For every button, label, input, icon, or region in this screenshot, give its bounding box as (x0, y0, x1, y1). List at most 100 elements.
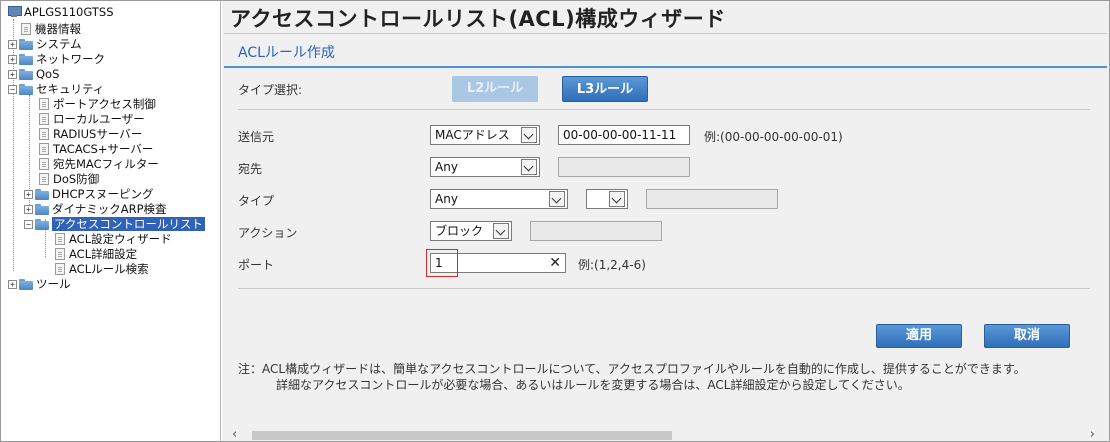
sidebar-item-label: ACL設定ウィザード (69, 232, 172, 246)
folder-icon (19, 38, 33, 50)
action-select[interactable]: ブロック (430, 221, 512, 241)
sidebar-item-device-info[interactable]: 機器情報 (21, 22, 81, 36)
expand-plus-icon[interactable]: + (8, 69, 17, 79)
navigation-tree: APLGS110GTSS 機器情報 + システム + ネットワーク + QoS … (1, 1, 221, 441)
collapse-minus-icon[interactable]: − (8, 84, 17, 94)
sidebar-item-label: QoS (36, 67, 60, 81)
sidebar-item-tacacs[interactable]: TACACS+サーバー (39, 142, 153, 156)
scroll-left-icon[interactable]: ‹ (232, 427, 237, 442)
page-title: アクセスコントロールリスト(ACL)構成ウィザード (230, 7, 726, 31)
sidebar-item-system[interactable]: + システム (8, 37, 82, 51)
sidebar-item-label: システム (36, 37, 82, 51)
sidebar-item-label: RADIUSサーバー (53, 127, 143, 141)
sidebar-item-tools[interactable]: + ツール (8, 277, 71, 291)
sidebar-item-label: ツール (36, 277, 71, 291)
destination-type-value: Any (435, 160, 458, 174)
protocol-value-input (646, 189, 778, 209)
section-title: ACLルール作成 (238, 45, 335, 61)
sidebar-item-label: ネットワーク (36, 52, 105, 66)
divider (238, 109, 1090, 110)
sidebar-item-label: ACLルール検索 (69, 262, 149, 276)
sidebar-item-radius[interactable]: RADIUSサーバー (39, 127, 142, 141)
sidebar-item-dest-mac-filter[interactable]: 宛先MACフィルター (39, 157, 159, 171)
page-icon (39, 173, 49, 185)
folder-icon (19, 53, 33, 65)
cancel-button[interactable]: 取消 (984, 324, 1070, 348)
sidebar-item-label: 機器情報 (35, 22, 81, 36)
sidebar-item-dynamic-arp[interactable]: + ダイナミックARP検査 (24, 202, 167, 216)
page-icon (55, 233, 65, 245)
sidebar-item-dhcp-snooping[interactable]: + DHCPスヌーピング (24, 187, 153, 201)
l3-rule-button[interactable]: L3ルール (562, 76, 648, 102)
tree-root[interactable]: APLGS110GTSS (7, 5, 114, 19)
l2-rule-button[interactable]: L2ルール (452, 76, 538, 102)
expand-plus-icon[interactable]: + (8, 39, 17, 49)
folder-open-icon (35, 218, 49, 230)
clear-icon[interactable]: ✕ (549, 254, 561, 272)
folder-icon (19, 68, 33, 80)
sidebar-item-port-access[interactable]: ポートアクセス制御 (39, 97, 156, 111)
sidebar-item-acl-detail[interactable]: ACL詳細設定 (55, 247, 137, 261)
acl-rule-panel: ACLルール作成 タイプ選択: L2ルール L3ルール 送信元 MACアドレス … (224, 33, 1107, 425)
sidebar-item-label: ダイナミックARP検査 (52, 202, 167, 216)
sidebar-item-label: セキュリティ (36, 82, 105, 96)
divider (238, 288, 1090, 289)
folder-open-icon (19, 83, 33, 95)
source-hint: 例:(00-00-00-00-00-01) (704, 130, 843, 144)
sidebar-item-network[interactable]: + ネットワーク (8, 52, 105, 66)
protocol-subtype-select[interactable] (586, 189, 628, 209)
expand-plus-icon[interactable]: + (8, 54, 17, 64)
horizontal-scrollbar[interactable]: ‹ › (222, 427, 1109, 442)
source-type-value: MACアドレス (435, 128, 510, 142)
page-icon (39, 128, 49, 140)
sidebar-item-label: DoS防御 (53, 172, 100, 186)
destination-type-select[interactable]: Any (430, 157, 540, 177)
section-divider (224, 66, 1107, 68)
sidebar-item-dos[interactable]: DoS防御 (39, 172, 99, 186)
port-label: ポート (238, 258, 275, 272)
sidebar-item-qos[interactable]: + QoS (8, 67, 59, 81)
scroll-right-icon[interactable]: › (1090, 427, 1095, 442)
page-icon (39, 143, 49, 155)
sidebar-item-label: ポートアクセス制御 (53, 97, 156, 111)
collapse-minus-icon[interactable]: − (24, 219, 33, 229)
note-line-1: 注：ACL構成ウィザードは、簡単なアクセスコントロールについて、アクセスプロファ… (238, 362, 1026, 376)
page-icon (39, 113, 49, 125)
folder-icon (35, 203, 49, 215)
chevron-down-icon (521, 127, 537, 143)
note-line-2: 詳細なアクセスコントロールが必要な場合、あるいはルールを変更する場合は、ACL詳… (276, 378, 910, 392)
sidebar-item-label: 宛先MACフィルター (53, 157, 159, 171)
sidebar-item-acl-wizard[interactable]: ACL設定ウィザード (55, 232, 172, 246)
folder-icon (35, 188, 49, 200)
sidebar-item-label-selected: アクセスコントロールリスト (52, 217, 205, 231)
sidebar-item-label: ACL詳細設定 (69, 247, 138, 261)
switch-device-icon (7, 6, 22, 18)
scrollbar-thumb[interactable] (252, 431, 672, 440)
chevron-down-icon (521, 159, 537, 175)
page-icon (55, 248, 65, 260)
source-type-select[interactable]: MACアドレス (430, 125, 540, 145)
sidebar-item-label: DHCPスヌーピング (52, 187, 154, 201)
page-icon (21, 23, 31, 35)
sidebar-item-acl[interactable]: − アクセスコントロールリスト (24, 217, 205, 231)
type-select-label: タイプ選択: (238, 83, 303, 97)
action-extra-input (530, 221, 662, 241)
action-value: ブロック (435, 224, 484, 238)
action-label: アクション (238, 226, 298, 240)
protocol-type-select[interactable]: Any (430, 189, 568, 209)
sidebar-item-label: TACACS+サーバー (53, 142, 154, 156)
chevron-down-icon (493, 223, 509, 239)
source-address-input[interactable]: 00-00-00-00-11-11 (558, 125, 690, 145)
sidebar-item-local-user[interactable]: ローカルユーザー (39, 112, 145, 126)
port-hint: 例:(1,2,4-6) (578, 258, 646, 272)
destination-label: 宛先 (238, 162, 263, 176)
apply-button[interactable]: 適用 (876, 324, 962, 348)
page-icon (55, 263, 65, 275)
folder-icon (19, 278, 33, 290)
expand-plus-icon[interactable]: + (8, 279, 17, 289)
expand-plus-icon[interactable]: + (24, 204, 33, 214)
type-label: タイプ (238, 194, 275, 208)
sidebar-item-acl-search[interactable]: ACLルール検索 (55, 262, 149, 276)
sidebar-item-security[interactable]: − セキュリティ (8, 82, 104, 96)
expand-plus-icon[interactable]: + (24, 189, 33, 199)
